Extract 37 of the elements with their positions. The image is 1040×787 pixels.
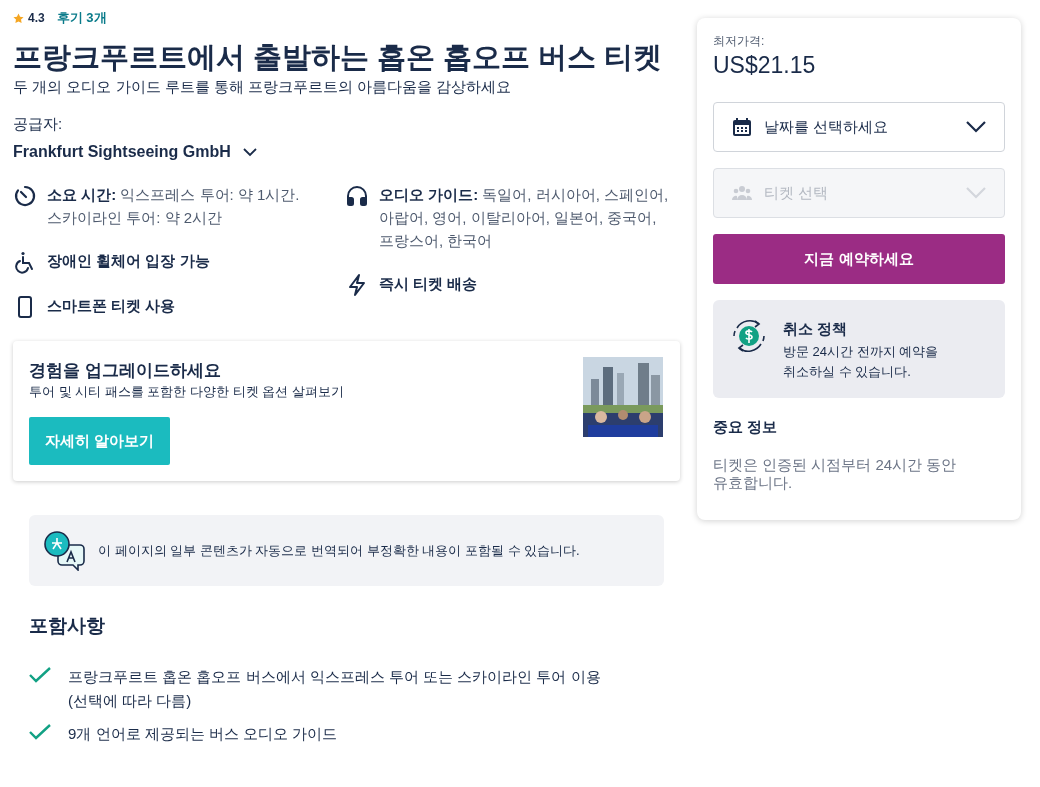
info-title: 중요 정보: [713, 417, 779, 437]
upgrade-title: 경험을 업그레이드하세요: [29, 360, 222, 382]
upgrade-text: 투어 및 시티 패스를 포함한 다양한 티켓 옵션 살펴보기: [29, 383, 344, 401]
supplier-label: 공급자:: [13, 114, 64, 134]
supplier-name: Frankfurt Sightseeing GmbH: [13, 142, 231, 162]
inclusion-item: 프랑크푸르트 홉온 홉오프 버스에서 익스프레스 투어 또는 스카이라인 투어 이용 (선택에 따라 다름): [68, 666, 602, 711]
section-title: 포함사항: [29, 614, 106, 638]
feature-text: 오디오 가이드: 독일어, 러시아어, 스페인어, 아랍어, 영어, 이탈리아어, 일본어, 중국어, 프랑스어, 한국어: [379, 185, 670, 251]
feature-text: 스마트폰 티켓 사용: [47, 296, 176, 316]
policy-text: 방문 24시간 전까지 예약을 취소하실 수 있습니다.: [783, 343, 940, 381]
calendar-icon: [732, 117, 752, 137]
star-icon: [13, 12, 24, 24]
page-title: 프랑크푸르트에서 출발하는 홉온 홉오프 버스 티켓: [13, 40, 664, 75]
check-icon: [29, 723, 51, 740]
check-icon: [29, 666, 51, 683]
chevron-down-icon: [966, 121, 986, 133]
headphones-icon: [345, 184, 369, 208]
feature-text: 소요 시간: 익스프레스 투어: 약 1시간. 스카이라인 투어: 약 2시간: [47, 185, 301, 228]
select-field[interactable]: 날짜를 선택하세요: [713, 102, 1005, 152]
book-now-button[interactable]: 지금 예약하세요: [713, 234, 1005, 284]
info-text: 티켓은 인증된 시점부터 24시간 동안 유효합니다.: [713, 455, 958, 492]
price-label: 최저가격:: [713, 33, 766, 50]
translate-icon: [44, 530, 86, 571]
feature-text: 장애인 휠체어 입장 가능: [47, 251, 210, 271]
refund-icon: [731, 318, 767, 354]
chevron-down-icon: [966, 187, 986, 199]
rating-score: 4.3: [28, 10, 45, 27]
subtitle: 두 개의 오디오 가이드 루트를 통해 프랑크푸르트의 아름다움을 감상하세요: [13, 77, 513, 97]
price: US$21.15: [713, 51, 817, 80]
feature-text: 즉시 티켓 배송: [379, 274, 478, 294]
people-icon: [732, 185, 752, 201]
policy-title: 취소 정책: [783, 319, 849, 339]
timer-icon: [13, 184, 37, 208]
reviews-link[interactable]: 후기 3개: [56, 8, 107, 28]
notice-text: 이 페이지의 일부 콘텐츠가 자동으로 번역되어 부정확한 내용이 포함될 수 있습니다.: [98, 541, 580, 560]
chevron-down-icon[interactable]: [242, 147, 257, 157]
inclusion-item: 9개 언어로 제공되는 버스 오디오 가이드: [68, 723, 338, 744]
